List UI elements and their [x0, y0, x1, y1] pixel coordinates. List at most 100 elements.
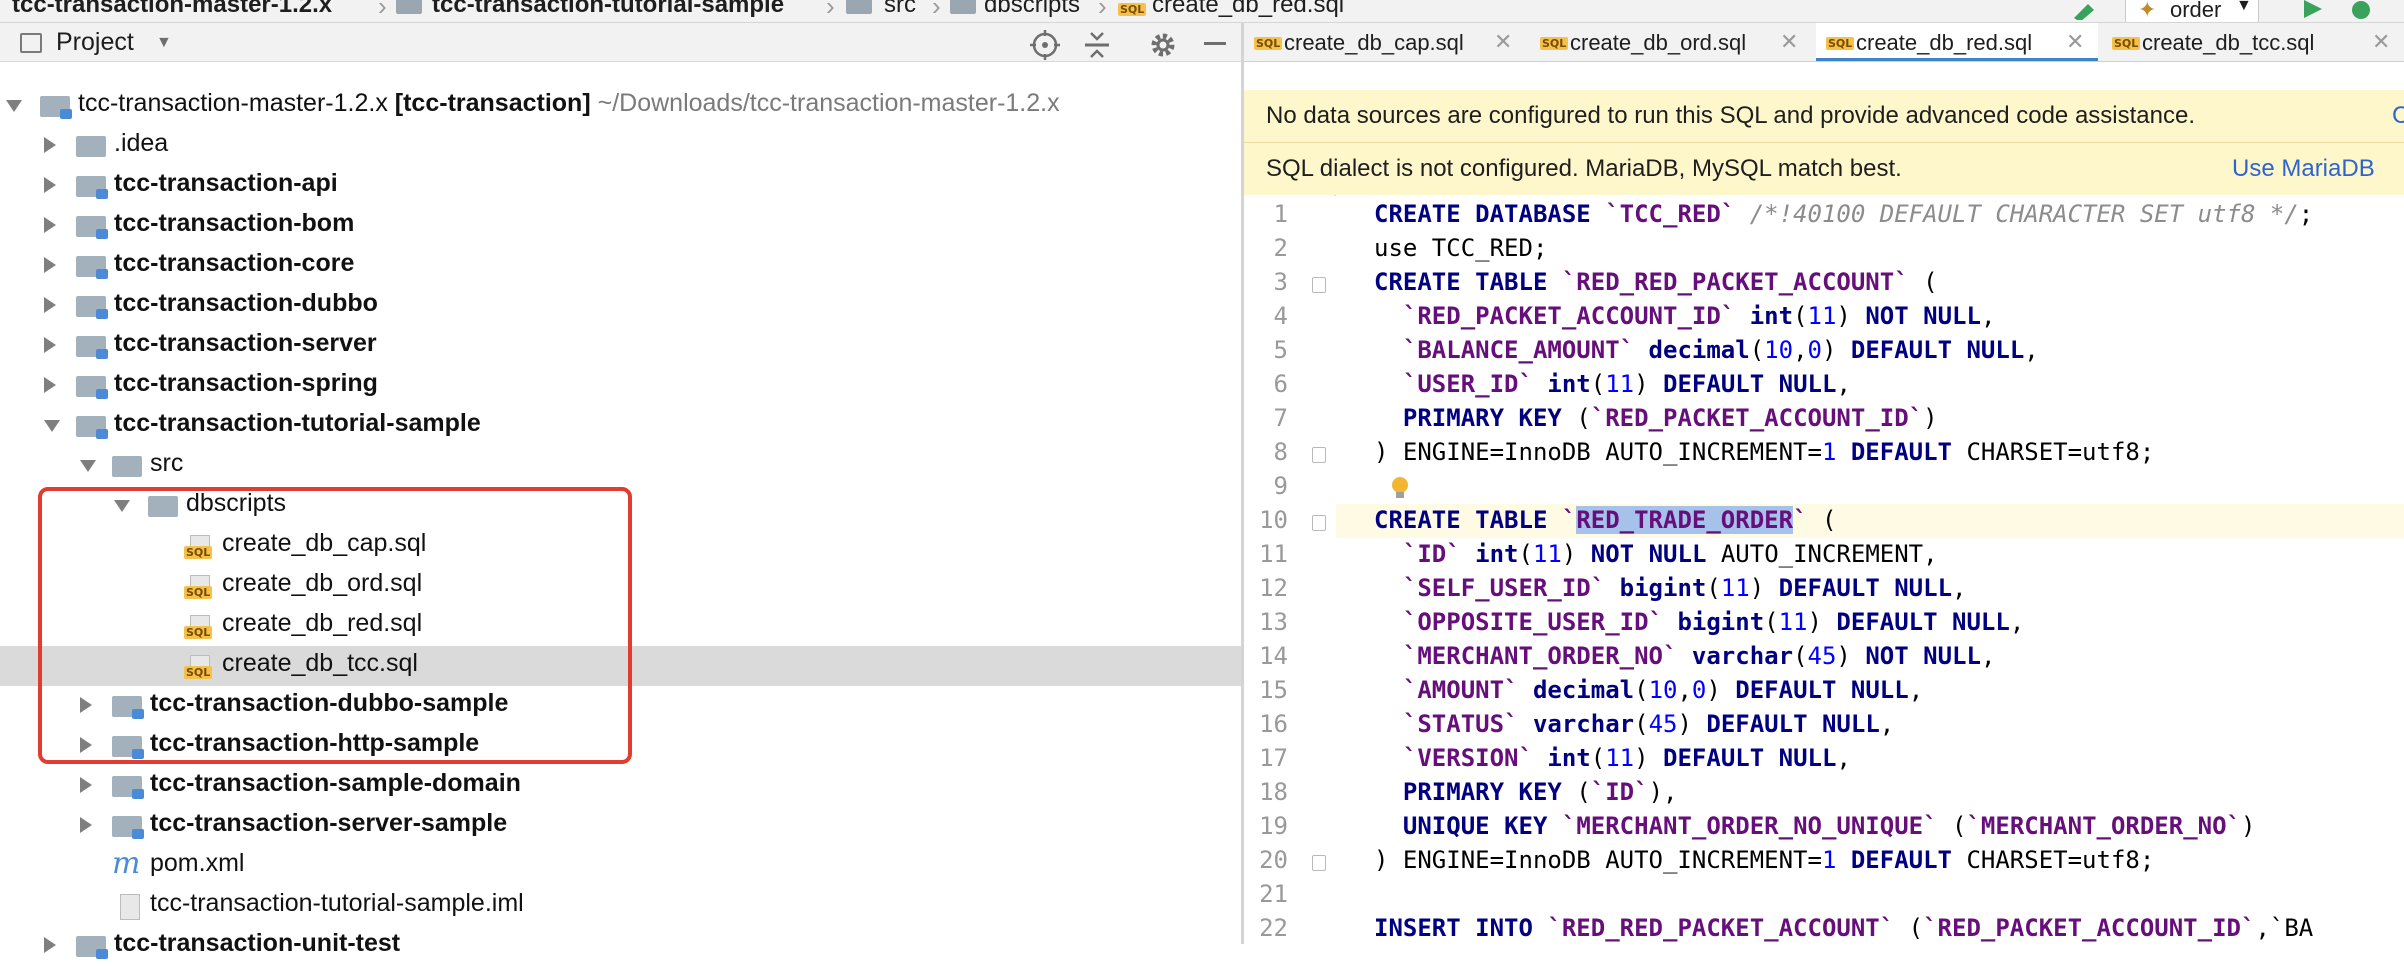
line-number: 15 [1259, 676, 1288, 704]
editor-tabs: SQL create_db_cap.sql ✕ SQL create_db_or… [1244, 23, 2404, 62]
run-icon[interactable] [2300, 0, 2326, 20]
tree-item-module[interactable]: tcc-transaction-api [0, 166, 1241, 206]
fold-marker-icon[interactable] [1312, 277, 1326, 293]
tree-item-module[interactable]: tcc-transaction-core [0, 246, 1241, 286]
code-editor[interactable]: CREATE DATABASE `TCC_RED` /*!40100 DEFAU… [1336, 195, 2404, 944]
sql-file-icon: SQL [1254, 37, 1283, 50]
fold-marker-icon[interactable] [1312, 515, 1326, 531]
tree-item-label: tcc-transaction-tutorial-sample [114, 409, 481, 437]
breadcrumb-module[interactable]: tcc-transaction-tutorial-sample [432, 0, 784, 19]
code-line[interactable]: INSERT INTO `RED_RED_PACKET_ACCOUNT` (`R… [1374, 914, 2313, 944]
use-mariadb-link[interactable]: Use MariaDB [2232, 155, 2375, 183]
tree-item-label: pom.xml [150, 849, 245, 877]
code-line[interactable]: `AMOUNT` decimal(10,0) DEFAULT NULL, [1374, 676, 1923, 710]
fold-marker-icon[interactable] [1312, 447, 1326, 463]
code-line[interactable]: PRIMARY KEY (`RED_PACKET_ACCOUNT_ID`) [1374, 404, 1938, 438]
code-line[interactable]: `VERSION` int(11) DEFAULT NULL, [1374, 744, 1851, 778]
tree-item-module[interactable]: tcc-transaction-bom [0, 206, 1241, 246]
breadcrumb-file[interactable]: create_db_red.sql [1152, 0, 1344, 19]
breadcrumb-dbscripts[interactable]: dbscripts [984, 0, 1080, 19]
folder-icon [846, 0, 872, 14]
breadcrumb-src[interactable]: src [884, 0, 916, 19]
project-view-icon [20, 33, 42, 53]
code-line[interactable]: CREATE TABLE `RED_RED_PACKET_ACCOUNT` ( [1374, 268, 1938, 302]
code-line[interactable]: use TCC_RED; [1374, 234, 1547, 268]
fold-marker-icon[interactable] [1312, 855, 1326, 871]
line-number: 18 [1259, 778, 1288, 806]
line-number: 16 [1259, 710, 1288, 738]
tree-item-src[interactable]: src [0, 446, 1241, 486]
chevron-down-icon[interactable]: ▼ [156, 34, 172, 52]
expand-arrow-icon[interactable] [80, 777, 92, 793]
expand-arrow-icon[interactable] [44, 377, 56, 393]
chevron-down-icon: ▼ [2236, 0, 2252, 14]
debug-icon[interactable] [2346, 0, 2376, 20]
code-line[interactable]: CREATE DATABASE `TCC_RED` /*!40100 DEFAU… [1374, 200, 2313, 234]
expand-arrow-icon[interactable] [44, 257, 56, 273]
tree-item-module[interactable]: tcc-transaction-sample-domain [0, 766, 1241, 806]
tree-item-iml[interactable]: tcc-transaction-tutorial-sample.iml [0, 886, 1241, 926]
tree-item-idea[interactable]: .idea [0, 126, 1241, 166]
tab-create-db-tcc[interactable]: SQL create_db_tcc.sql ✕ [2102, 23, 2402, 61]
expand-arrow-icon[interactable] [6, 100, 22, 112]
configure-link[interactable]: C [2392, 102, 2404, 130]
tree-item-label: tcc-transaction-core [114, 249, 355, 277]
line-number-gutter: 1 2 3 4 5 6 7 8 9 10 11 12 13 14 15 16 17 18 19 20 21 22 [1244, 195, 1334, 944]
tree-item-tutorial-sample[interactable]: tcc-transaction-tutorial-sample [0, 406, 1241, 446]
expand-arrow-icon[interactable] [80, 460, 96, 472]
close-icon[interactable]: ✕ [2372, 29, 2390, 55]
code-line[interactable]: CREATE TABLE `RED_TRADE_ORDER` ( [1374, 506, 1836, 540]
code-line[interactable]: `OPPOSITE_USER_ID` bigint(11) DEFAULT NU… [1374, 608, 2024, 642]
tab-create-db-red[interactable]: SQL create_db_red.sql ✕ [1816, 23, 2098, 61]
run-configuration-select[interactable]: ✦ order ▼ [2125, 0, 2259, 22]
line-number: 9 [1273, 472, 1288, 500]
code-line[interactable]: ) ENGINE=InnoDB AUTO_INCREMENT=1 DEFAULT… [1374, 846, 2154, 880]
panel-title[interactable]: Project [56, 28, 134, 57]
banner-text: SQL dialect is not configured. MariaDB, … [1266, 155, 1902, 182]
code-line[interactable]: `USER_ID` int(11) DEFAULT NULL, [1374, 370, 1851, 404]
hammer-icon[interactable] [2070, 0, 2104, 20]
code-line[interactable]: `SELF_USER_ID` bigint(11) DEFAULT NULL, [1374, 574, 1967, 608]
breadcrumb-project[interactable]: tcc-transaction-master-1.2.x [12, 0, 332, 19]
locate-icon[interactable] [1030, 30, 1060, 60]
code-line[interactable]: ) ENGINE=InnoDB AUTO_INCREMENT=1 DEFAULT… [1374, 438, 2154, 472]
close-icon[interactable]: ✕ [1780, 29, 1798, 55]
close-icon[interactable]: ✕ [1494, 29, 1512, 55]
tree-item-module[interactable]: tcc-transaction-dubbo [0, 286, 1241, 326]
code-line[interactable]: `ID` int(11) NOT NULL AUTO_INCREMENT, [1374, 540, 1938, 574]
module-folder-icon [76, 176, 108, 199]
expand-arrow-icon[interactable] [44, 937, 56, 953]
line-number: 2 [1273, 234, 1288, 262]
expand-arrow-icon[interactable] [80, 817, 92, 833]
code-line[interactable]: `BALANCE_AMOUNT` decimal(10,0) DEFAULT N… [1374, 336, 2039, 370]
tree-item-root[interactable]: tcc-transaction-master-1.2.x [tcc-transa… [0, 86, 1241, 126]
code-line[interactable]: UNIQUE KEY `MERCHANT_ORDER_NO_UNIQUE` (`… [1374, 812, 2256, 846]
expand-arrow-icon[interactable] [44, 217, 56, 233]
line-number: 12 [1259, 574, 1288, 602]
collapse-all-icon[interactable] [1082, 30, 1112, 60]
expand-arrow-icon[interactable] [44, 297, 56, 313]
tree-item-module[interactable]: tcc-transaction-unit-test [0, 926, 1241, 966]
tab-label: create_db_ord.sql [1570, 30, 1747, 55]
tree-item-module[interactable]: tcc-transaction-spring [0, 366, 1241, 406]
line-number: 17 [1259, 744, 1288, 772]
expand-arrow-icon[interactable] [44, 337, 56, 353]
code-line[interactable]: `MERCHANT_ORDER_NO` varchar(45) NOT NULL… [1374, 642, 1995, 676]
tree-item-pom[interactable]: m pom.xml [0, 846, 1241, 886]
gear-icon[interactable] [1148, 30, 1178, 60]
code-line[interactable]: `STATUS` varchar(45) DEFAULT NULL, [1374, 710, 1894, 744]
expand-arrow-icon[interactable] [44, 137, 56, 153]
lightbulb-icon[interactable] [1390, 476, 1410, 498]
tab-create-db-cap[interactable]: SQL create_db_cap.sql ✕ [1244, 23, 1524, 61]
minimize-icon[interactable] [1204, 42, 1226, 45]
code-line[interactable]: PRIMARY KEY (`ID`), [1374, 778, 1678, 812]
expand-arrow-icon[interactable] [44, 177, 56, 193]
close-icon[interactable]: ✕ [2066, 29, 2084, 55]
project-path: ~/Downloads/tcc-transaction-master-1.2.x [597, 89, 1060, 117]
tree-item-module[interactable]: tcc-transaction-server-sample [0, 806, 1241, 846]
expand-arrow-icon[interactable] [44, 420, 60, 432]
code-line[interactable]: `RED_PACKET_ACCOUNT_ID` int(11) NOT NULL… [1374, 302, 1995, 336]
module-folder-icon [76, 256, 108, 279]
tree-item-module[interactable]: tcc-transaction-server [0, 326, 1241, 366]
tab-create-db-ord[interactable]: SQL create_db_ord.sql ✕ [1530, 23, 1812, 61]
